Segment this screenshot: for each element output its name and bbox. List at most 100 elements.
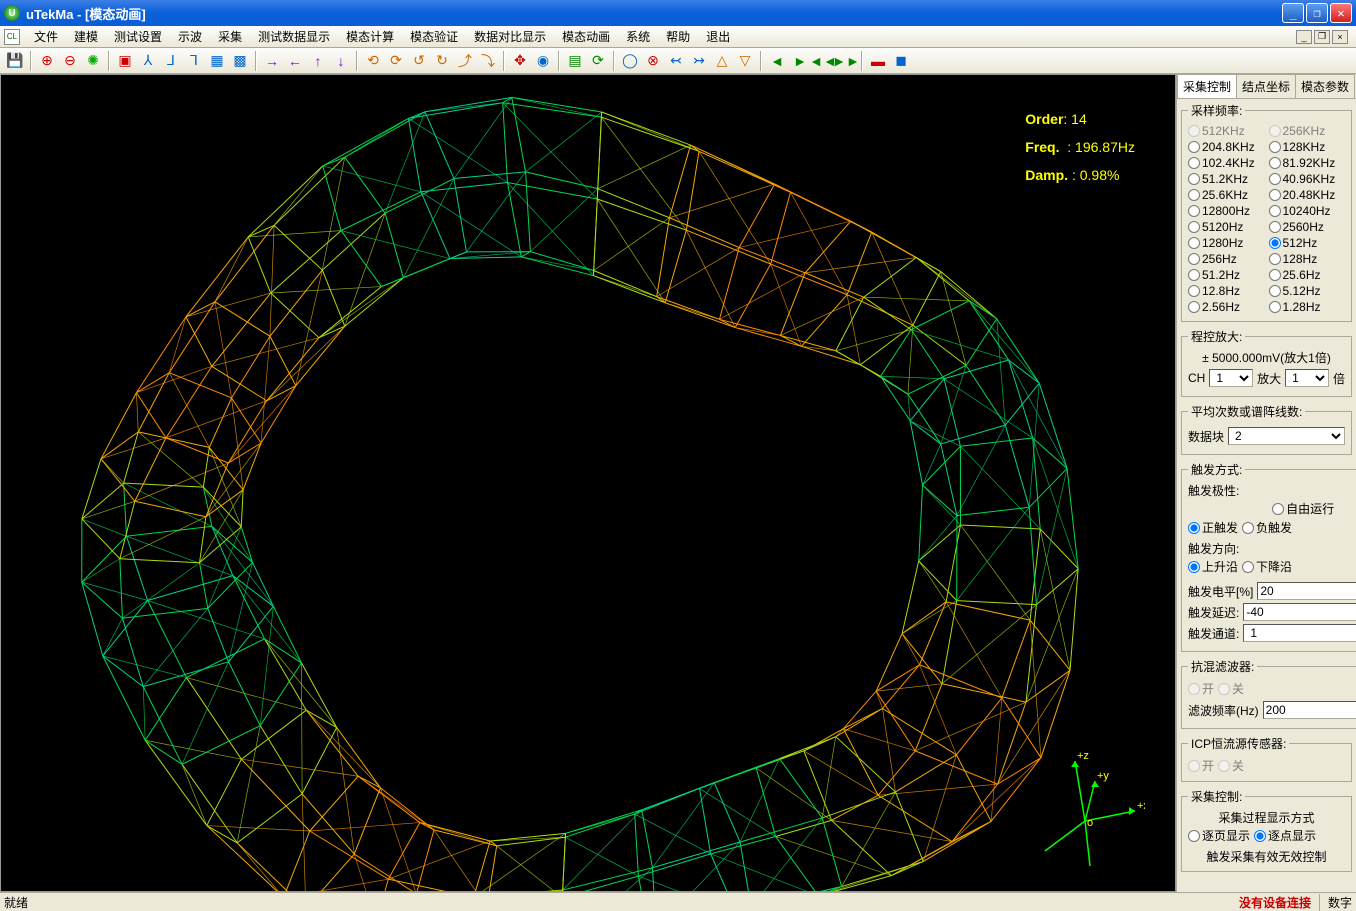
radio-point-disp[interactable]: [1254, 830, 1266, 842]
forward-icon[interactable]: ►►: [835, 50, 857, 72]
axis-icon[interactable]: ⅄: [137, 50, 159, 72]
arrow-down-icon[interactable]: ↓: [330, 50, 352, 72]
menu-file[interactable]: 文件: [26, 26, 66, 47]
rotate-z-pos-icon[interactable]: ⤴: [454, 50, 476, 72]
radio-free-run[interactable]: [1272, 503, 1284, 515]
mdi-close-button[interactable]: ×: [1332, 30, 1348, 44]
close-button[interactable]: ✕: [1330, 3, 1352, 23]
axis-indicator: +x +y +z o: [1025, 751, 1145, 871]
radio-sr-20.48KHz[interactable]: [1269, 189, 1281, 201]
radio-sr-256Hz[interactable]: [1188, 253, 1200, 265]
menu-modal-calc[interactable]: 模态计算: [338, 26, 402, 47]
radio-page-disp[interactable]: [1188, 830, 1200, 842]
radio-neg-trigger[interactable]: [1242, 522, 1254, 534]
node-icon[interactable]: ⅃: [160, 50, 182, 72]
menu-system[interactable]: 系统: [618, 26, 658, 47]
zoom-fit-icon[interactable]: ✺: [82, 50, 104, 72]
radio-sr-5120Hz[interactable]: [1188, 221, 1200, 233]
radio-sr-25.6KHz[interactable]: [1188, 189, 1200, 201]
radio-sr-1280Hz[interactable]: [1188, 237, 1200, 249]
radio-sr-40.96KHz[interactable]: [1269, 173, 1281, 185]
target-icon[interactable]: ⊗: [642, 50, 664, 72]
perspective-icon[interactable]: ▣: [114, 50, 136, 72]
trig-chan-select[interactable]: 1: [1243, 624, 1356, 642]
menu-test-setup[interactable]: 测试设置: [106, 26, 170, 47]
mdi-restore-button[interactable]: ❐: [1314, 30, 1330, 44]
tab-modal-params[interactable]: 模态参数: [1295, 74, 1355, 98]
tab-acquire-control[interactable]: 采集控制: [1177, 74, 1237, 98]
arrow-right-icon[interactable]: →: [261, 50, 283, 72]
radio-icp-off: [1218, 760, 1230, 772]
pan-icon[interactable]: ✥: [509, 50, 531, 72]
viewport-3d[interactable]: Order: 14 Freq. : 196.87Hz Damp. : 0.98%…: [0, 74, 1176, 892]
radio-sr-2.56Hz[interactable]: [1188, 301, 1200, 313]
avg-legend: 平均次数或谱阵线数:: [1188, 403, 1305, 420]
line-icon[interactable]: ⅂: [183, 50, 205, 72]
triangle-down-icon[interactable]: ▽: [734, 50, 756, 72]
radio-falling[interactable]: [1242, 561, 1254, 573]
menu-acquire[interactable]: 采集: [210, 26, 250, 47]
menu-data-display[interactable]: 测试数据显示: [250, 26, 338, 47]
surface-icon[interactable]: ▦: [206, 50, 228, 72]
radio-sr-25.6Hz[interactable]: [1269, 269, 1281, 281]
radio-sr-81.92KHz[interactable]: [1269, 157, 1281, 169]
radio-sr-204.8KHz[interactable]: [1188, 141, 1200, 153]
arrow-up-icon[interactable]: ↑: [307, 50, 329, 72]
stop-icon[interactable]: ◼: [890, 50, 912, 72]
radio-rising[interactable]: [1188, 561, 1200, 573]
radio-sr-2560Hz[interactable]: [1269, 221, 1281, 233]
radio-sr-512Hz[interactable]: [1269, 237, 1281, 249]
rotate-y-neg-icon[interactable]: ↻: [431, 50, 453, 72]
level-input[interactable]: [1257, 582, 1356, 600]
grid-icon[interactable]: ▤: [564, 50, 586, 72]
radio-sr-102.4KHz[interactable]: [1188, 157, 1200, 169]
radio-sr-10240Hz[interactable]: [1269, 205, 1281, 217]
rotate-y-pos-icon[interactable]: ↺: [408, 50, 430, 72]
zoom-out-icon[interactable]: ⊖: [59, 50, 81, 72]
record-icon[interactable]: ▬: [867, 50, 889, 72]
avg-select[interactable]: 2: [1228, 427, 1345, 445]
solid-icon[interactable]: ▩: [229, 50, 251, 72]
radio-sr-12800Hz[interactable]: [1188, 205, 1200, 217]
rewind-icon[interactable]: ◄◄: [812, 50, 834, 72]
radio-sr-51.2Hz[interactable]: [1188, 269, 1200, 281]
delay-input[interactable]: [1243, 603, 1356, 621]
antialias-group: 抗混滤波器: 开 关 滤波频率(Hz): [1181, 658, 1356, 729]
play-left-icon[interactable]: ◄: [766, 50, 788, 72]
menu-model[interactable]: 建模: [66, 26, 106, 47]
menu-exit[interactable]: 退出: [698, 26, 738, 47]
mdi-minimize-button[interactable]: _: [1296, 30, 1312, 44]
radio-pos-trigger[interactable]: [1188, 522, 1200, 534]
ch-select[interactable]: 1: [1209, 369, 1253, 387]
aa-freq-input[interactable]: [1263, 701, 1356, 719]
triangle-up-icon[interactable]: △: [711, 50, 733, 72]
radio-sr-51.2KHz[interactable]: [1188, 173, 1200, 185]
tab-node-coords[interactable]: 结点坐标: [1236, 74, 1296, 98]
save-icon[interactable]: 💾: [4, 50, 26, 72]
wave-right-icon[interactable]: ↣: [688, 50, 710, 72]
icp-group: ICP恒流源传感器: 开 关: [1181, 735, 1352, 782]
radio-sr-12.8Hz[interactable]: [1188, 285, 1200, 297]
orbit-icon[interactable]: ◉: [532, 50, 554, 72]
minimize-button[interactable]: _: [1282, 3, 1304, 23]
radio-sr-128KHz[interactable]: [1269, 141, 1281, 153]
radio-sr-1.28Hz[interactable]: [1269, 301, 1281, 313]
menu-help[interactable]: 帮助: [658, 26, 698, 47]
menu-oscilloscope[interactable]: 示波: [170, 26, 210, 47]
rotate-x-neg-icon[interactable]: ⟳: [385, 50, 407, 72]
refresh-icon[interactable]: ⟳: [587, 50, 609, 72]
rotate-z-neg-icon[interactable]: ⤵: [477, 50, 499, 72]
maximize-button[interactable]: ❐: [1306, 3, 1328, 23]
menu-modal-verify[interactable]: 模态验证: [402, 26, 466, 47]
arrow-left-icon[interactable]: ←: [284, 50, 306, 72]
radio-sr-5.12Hz[interactable]: [1269, 285, 1281, 297]
menu-compare[interactable]: 数据对比显示: [466, 26, 554, 47]
play-right-icon[interactable]: ►: [789, 50, 811, 72]
wave-left-icon[interactable]: ↢: [665, 50, 687, 72]
menu-modal-anim[interactable]: 模态动画: [554, 26, 618, 47]
rotate-x-pos-icon[interactable]: ⟲: [362, 50, 384, 72]
radio-sr-128Hz[interactable]: [1269, 253, 1281, 265]
zoom-in-icon[interactable]: ⊕: [36, 50, 58, 72]
circle-icon[interactable]: ◯: [619, 50, 641, 72]
amp-select[interactable]: 1: [1285, 369, 1329, 387]
